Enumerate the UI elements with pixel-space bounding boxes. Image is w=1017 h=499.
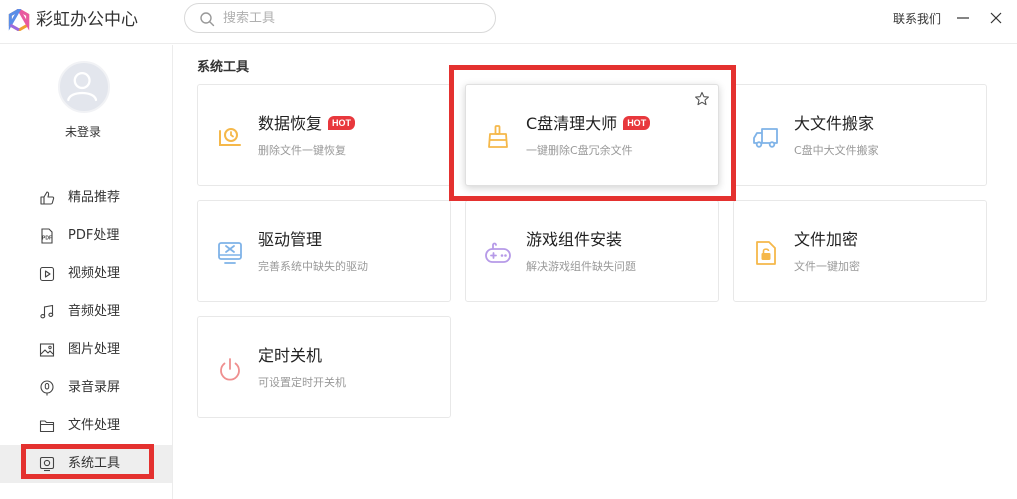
sidebar: 未登录 精品推荐 PDF PDF处理 视频处理 音频处理 图片处理 录音录屏 文… xyxy=(0,45,173,499)
sidebar-item-record[interactable]: 录音录屏 xyxy=(0,369,172,407)
card-title: 文件加密 xyxy=(794,230,859,249)
sidebar-item-pdf[interactable]: PDF PDF处理 xyxy=(0,217,172,255)
power-icon xyxy=(220,358,240,381)
tool-card-data-recovery[interactable]: 数据恢复 HOT 删除文件一键恢复 xyxy=(197,84,451,186)
hot-badge: HOT xyxy=(328,116,356,130)
card-description: C盘中大文件搬家 xyxy=(794,144,879,157)
card-description: 一键删除C盘冗余文件 xyxy=(526,144,633,157)
system-tool-icon xyxy=(39,456,55,472)
sidebar-item-audio[interactable]: 音频处理 xyxy=(0,293,172,331)
card-title: 大文件搬家 xyxy=(794,114,875,133)
card-description: 解决游戏组件缺失问题 xyxy=(526,260,636,273)
sidebar-nav: 精品推荐 PDF PDF处理 视频处理 音频处理 图片处理 录音录屏 文件处理 … xyxy=(0,179,172,483)
user-icon xyxy=(67,72,98,102)
close-icon[interactable] xyxy=(986,8,1006,28)
hot-badge: HOT xyxy=(623,116,651,130)
contact-us-link[interactable]: 联系我们 xyxy=(893,10,941,27)
search-box[interactable] xyxy=(184,3,496,33)
card-title: C盘清理大师 HOT xyxy=(526,113,651,135)
avatar[interactable] xyxy=(58,61,110,113)
sidebar-item-label: 文件处理 xyxy=(68,418,121,433)
card-title: 数据恢复 HOT xyxy=(258,113,356,135)
login-status[interactable]: 未登录 xyxy=(0,123,166,140)
rainbow-logo-icon xyxy=(8,9,30,31)
sidebar-item-label: PDF处理 xyxy=(68,228,120,243)
svg-text:PDF: PDF xyxy=(42,236,52,242)
file-lock-icon xyxy=(756,241,776,265)
card-description: 删除文件一键恢复 xyxy=(258,144,346,157)
sidebar-item-label: 精品推荐 xyxy=(68,190,121,205)
data-recovery-icon xyxy=(219,128,241,146)
sidebar-item-label: 视频处理 xyxy=(68,266,121,281)
card-title: 游戏组件安装 xyxy=(526,230,623,249)
sidebar-item-featured[interactable]: 精品推荐 xyxy=(0,179,172,217)
sidebar-item-label: 系统工具 xyxy=(68,456,121,471)
sidebar-item-system-tools[interactable]: 系统工具 xyxy=(0,445,172,483)
microphone-icon xyxy=(40,380,54,396)
tool-card-game-components[interactable]: 游戏组件安装 解决游戏组件缺失问题 xyxy=(465,200,719,302)
driver-icon xyxy=(218,242,242,264)
gamepad-icon xyxy=(485,242,511,263)
tool-card-file-encryption[interactable]: 文件加密 文件一键加密 xyxy=(733,200,987,302)
section-title: 系统工具 xyxy=(197,60,250,75)
sidebar-item-label: 音频处理 xyxy=(68,304,121,319)
sidebar-item-label: 图片处理 xyxy=(68,342,121,357)
search-input[interactable] xyxy=(223,8,483,28)
sidebar-item-file[interactable]: 文件处理 xyxy=(0,407,172,445)
broom-icon xyxy=(488,125,508,148)
tool-card-large-file-move[interactable]: 大文件搬家 C盘中大文件搬家 xyxy=(733,84,987,186)
card-description: 可设置定时开关机 xyxy=(258,376,346,389)
video-icon xyxy=(39,266,55,282)
tool-card-scheduled-shutdown[interactable]: 定时关机 可设置定时开关机 xyxy=(197,316,451,418)
image-icon xyxy=(39,343,55,357)
card-description: 完善系统中缺失的驱动 xyxy=(258,260,368,273)
music-icon xyxy=(40,304,54,319)
app-window: 彩虹办公中心 联系我们 未登录 xyxy=(0,0,1017,499)
folder-icon xyxy=(39,420,55,433)
star-icon[interactable] xyxy=(694,91,710,107)
pdf-icon: PDF xyxy=(41,228,53,244)
card-description: 文件一键加密 xyxy=(794,260,860,273)
sidebar-item-label: 录音录屏 xyxy=(68,380,121,395)
sidebar-item-video[interactable]: 视频处理 xyxy=(0,255,172,293)
search-icon xyxy=(200,12,215,27)
card-title: 驱动管理 xyxy=(258,230,323,249)
thumbs-up-icon xyxy=(40,191,55,205)
title-bar: 彩虹办公中心 联系我们 xyxy=(0,0,1017,44)
minimize-icon[interactable] xyxy=(953,8,973,28)
tool-card-c-drive-cleaner[interactable]: C盘清理大师 HOT 一键删除C盘冗余文件 xyxy=(465,84,719,186)
truck-icon xyxy=(753,128,778,148)
tool-card-driver-manager[interactable]: 驱动管理 完善系统中缺失的驱动 xyxy=(197,200,451,302)
card-title: 定时关机 xyxy=(258,346,323,365)
app-title: 彩虹办公中心 xyxy=(36,10,138,30)
sidebar-item-image[interactable]: 图片处理 xyxy=(0,331,172,369)
